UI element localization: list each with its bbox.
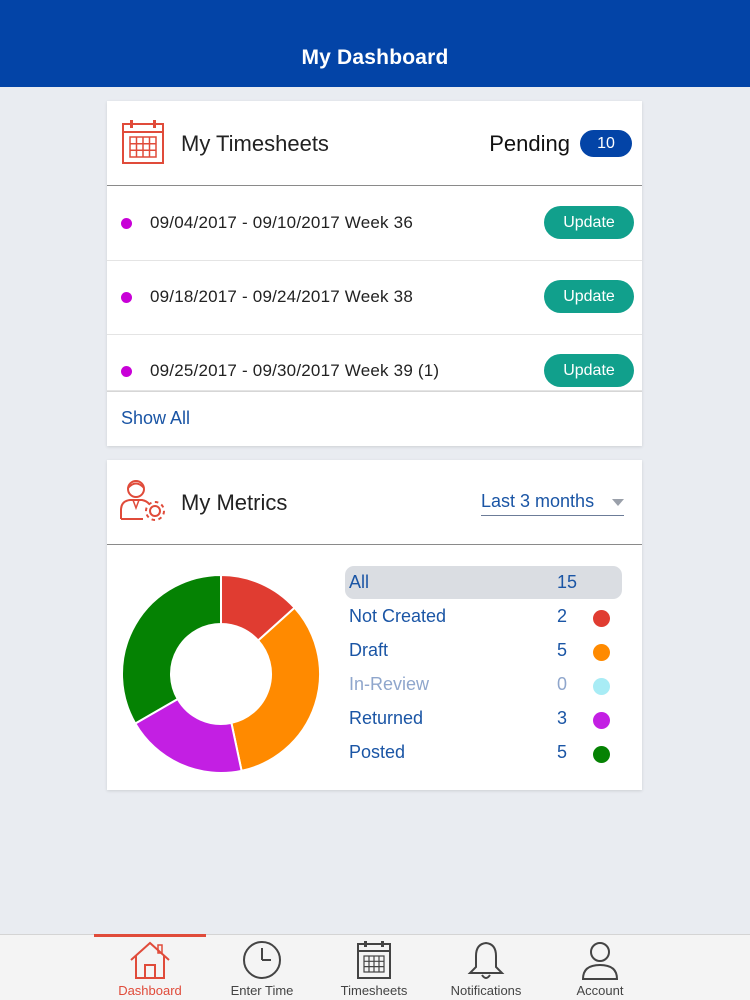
- update-button[interactable]: Update: [544, 354, 634, 387]
- page-title: My Dashboard: [301, 46, 449, 69]
- selected-pill: [345, 566, 622, 599]
- legend-item-draft[interactable]: Draft 5: [345, 633, 625, 667]
- legend-count: 15: [557, 572, 578, 592]
- legend-item-in-review[interactable]: In-Review 0: [345, 667, 625, 701]
- legend-color-dot: [593, 610, 610, 627]
- timesheets-title: My Timesheets: [181, 131, 329, 156]
- legend-item-all[interactable]: All 15: [345, 565, 625, 599]
- update-button[interactable]: Update: [544, 280, 634, 313]
- metrics-card: My Metrics Last 3 months All 15 Not Crea…: [107, 460, 642, 790]
- tab-label: Enter Time: [230, 983, 294, 998]
- tab-timesheets[interactable]: Timesheets: [318, 935, 430, 1000]
- pending-count-badge[interactable]: 10: [580, 130, 632, 157]
- clock-icon: [243, 941, 281, 979]
- legend-color-dot: [593, 678, 610, 695]
- status-dot: [121, 218, 132, 229]
- tab-enter-time[interactable]: Enter Time: [206, 935, 318, 1000]
- donut-slice-posted: [121, 574, 222, 725]
- home-icon: [130, 941, 170, 979]
- legend-item-not-created[interactable]: Not Created 2: [345, 599, 625, 633]
- bottom-tab-bar: Dashboard Enter Time Timesheets Notifica…: [0, 934, 750, 1000]
- person-icon: [581, 942, 619, 980]
- update-button[interactable]: Update: [544, 206, 634, 239]
- metrics-title: My Metrics: [181, 490, 288, 515]
- legend-color-dot: [593, 712, 610, 729]
- legend-color-dot: [593, 746, 610, 763]
- date-range-value: Last 3 months: [481, 491, 595, 511]
- calendar-icon: [122, 120, 164, 164]
- timesheets-card: My Timesheets Pending 10 09/04/2017 - 09…: [107, 101, 642, 446]
- legend-item-posted[interactable]: Posted 5: [345, 735, 625, 769]
- date-range-select[interactable]: Last 3 months: [481, 491, 624, 516]
- timesheet-row[interactable]: 09/04/2017 - 09/10/2017 Week 36 Update: [107, 187, 642, 261]
- legend-label: Posted: [349, 742, 406, 762]
- tab-label: Timesheets: [340, 983, 408, 998]
- user-settings-icon: [120, 480, 165, 521]
- metrics-legend: All 15 Not Created 2 Draft 5 In-Review 0…: [345, 565, 625, 769]
- legend-label: In-Review: [349, 674, 430, 694]
- timesheet-row[interactable]: 09/18/2017 - 09/24/2017 Week 38 Update: [107, 261, 642, 335]
- legend-label: Not Created: [349, 606, 447, 626]
- timesheet-period: 09/04/2017 - 09/10/2017 Week 36: [150, 213, 413, 232]
- legend-label: Returned: [349, 708, 424, 728]
- legend-count: 0: [557, 674, 568, 694]
- caret-down-icon: [612, 499, 624, 506]
- legend-count: 3: [557, 708, 568, 728]
- divider: [107, 391, 642, 392]
- tab-account[interactable]: Account: [544, 935, 656, 1000]
- show-all-link[interactable]: Show All: [121, 408, 190, 429]
- donut-slice-draft: [230, 606, 321, 773]
- app-header: My Dashboard: [0, 0, 750, 87]
- calendar-icon: [357, 941, 391, 979]
- tab-label: Dashboard: [118, 983, 182, 998]
- legend-label: All: [349, 572, 370, 592]
- timesheet-row[interactable]: 09/25/2017 - 09/30/2017 Week 39 (1) Upda…: [107, 335, 642, 391]
- legend-item-returned[interactable]: Returned 3: [345, 701, 625, 735]
- legend-count: 2: [557, 606, 568, 626]
- metrics-donut-chart: [121, 574, 321, 774]
- timesheet-period: 09/25/2017 - 09/30/2017 Week 39 (1): [150, 361, 440, 380]
- tab-label: Notifications: [450, 983, 522, 998]
- pending-label: Pending: [489, 131, 570, 156]
- status-dot: [121, 292, 132, 303]
- timesheets-card-header: My Timesheets Pending 10: [107, 101, 642, 186]
- legend-label: Draft: [349, 640, 389, 660]
- tab-notifications[interactable]: Notifications: [430, 935, 542, 1000]
- metrics-card-header: My Metrics Last 3 months: [107, 460, 642, 545]
- tab-label: Account: [576, 983, 624, 998]
- legend-count: 5: [557, 640, 568, 660]
- legend-count: 5: [557, 742, 568, 762]
- bell-icon: [467, 941, 505, 979]
- timesheet-period: 09/18/2017 - 09/24/2017 Week 38: [150, 287, 413, 306]
- status-dot: [121, 366, 132, 377]
- tab-dashboard[interactable]: Dashboard: [94, 934, 206, 1000]
- legend-color-dot: [593, 644, 610, 661]
